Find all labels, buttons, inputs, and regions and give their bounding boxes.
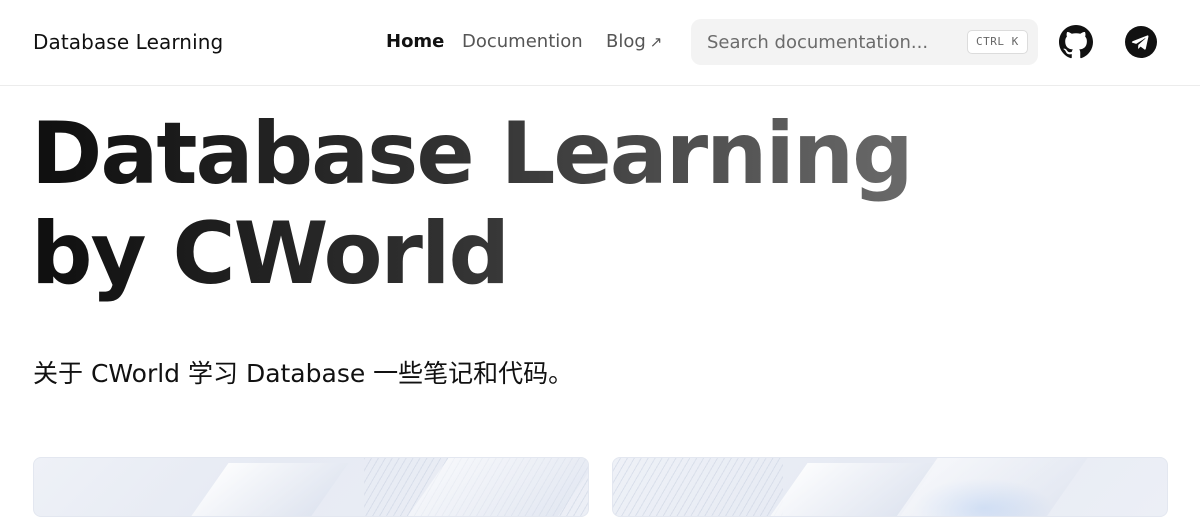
nav-blog-label: Blog <box>606 31 646 52</box>
github-icon[interactable] <box>1059 25 1093 59</box>
search-input[interactable] <box>691 19 961 65</box>
search-box[interactable]: CTRL K <box>691 19 1038 65</box>
feature-card-2[interactable] <box>612 457 1168 517</box>
hero-title-line-2: by CWorld <box>31 204 509 304</box>
nav-documentation[interactable]: Documention <box>462 31 583 52</box>
nav-home[interactable]: Home <box>386 31 444 52</box>
search-shortcut-badge: CTRL K <box>967 30 1028 54</box>
telegram-icon[interactable] <box>1124 25 1158 59</box>
nav-blog[interactable]: Blog ↗ <box>606 31 662 52</box>
top-navbar: Database Learning Home Documention Blog ↗… <box>0 0 1200 86</box>
card-decoration <box>613 458 783 516</box>
hero-title-line-1: Database Learning <box>31 104 912 204</box>
feature-card-1[interactable] <box>33 457 589 517</box>
external-link-icon: ↗ <box>649 33 663 51</box>
hero-subtitle: 关于 CWorld 学习 Database 一些笔记和代码。 <box>33 359 574 388</box>
hero-title: Database Learning by CWorld <box>31 104 912 304</box>
card-decoration <box>179 463 349 516</box>
site-brand[interactable]: Database Learning <box>33 30 223 54</box>
telegram-icon-svg <box>1125 26 1157 58</box>
github-icon-svg <box>1059 25 1093 59</box>
